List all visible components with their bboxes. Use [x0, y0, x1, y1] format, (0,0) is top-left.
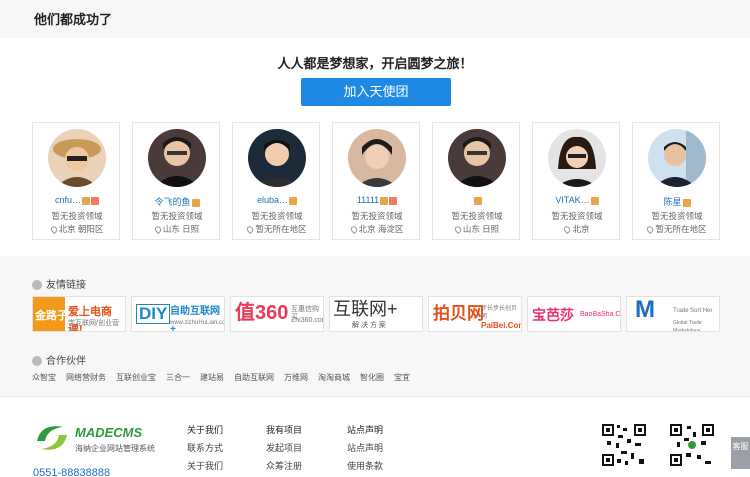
investment-field: 暂无投资领域: [51, 211, 103, 221]
location-pin-icon: [48, 225, 59, 235]
investment-field: 暂无投资领域: [551, 211, 603, 221]
investor-card[interactable]: 陈星 暂无投资领域 暂无所在地区: [632, 122, 720, 240]
location-pin-icon: [453, 225, 463, 235]
partner-icon: [32, 356, 42, 367]
partner-link[interactable]: 万维网: [284, 373, 308, 382]
footer-link[interactable]: 关于我们: [187, 457, 223, 475]
investment-field: 暂无投资领域: [151, 211, 203, 221]
investor-card[interactable]: 11111 暂无投资领域 北京 海淀区: [332, 122, 420, 240]
partner-link[interactable]: 淘淘商城: [318, 373, 350, 382]
verified-icon: [590, 196, 599, 205]
verified-icon: [682, 198, 691, 207]
investor-name[interactable]: 陈星: [663, 197, 681, 207]
links-section: 友情链接 金路子 爱上电商课! 学互联网/创业营选 DIY 自助互联网+ www…: [0, 256, 750, 396]
investor-location: 暂无所在地区: [255, 224, 307, 234]
investor-location: 北京 朝阳区: [58, 224, 104, 234]
avatar[interactable]: [48, 129, 106, 187]
investor-location: 山东 日照: [162, 224, 200, 234]
footer-column-statement: 站点声明 站点声明 使用条款: [347, 421, 383, 475]
partner-link[interactable]: 建站易: [200, 373, 224, 382]
footer-link[interactable]: 联系方式: [187, 439, 223, 457]
investor-icon: [389, 196, 398, 205]
investor-card[interactable]: 暂无投资领域 山东 日照: [432, 122, 520, 240]
footer-link[interactable]: 我有项目: [266, 421, 302, 439]
partner-link[interactable]: 众智宝: [32, 373, 56, 382]
customer-service-tab[interactable]: 客服: [731, 437, 750, 469]
verified-icon: [191, 198, 200, 207]
link-icon: [32, 280, 42, 291]
footer-link[interactable]: 站点声明: [347, 421, 383, 439]
investor-card[interactable]: 令飞的鱼 暂无投资领域 山东 日照: [132, 122, 220, 240]
friend-link-logo[interactable]: 值360 互惠信购买 Zhi360.com: [230, 296, 324, 332]
investor-name[interactable]: 11111: [357, 195, 379, 205]
location-pin-icon: [645, 225, 656, 235]
friend-link-logo[interactable]: M Trade Sort Her Global Trade Marketplac…: [626, 296, 720, 332]
qr-code-icon: [669, 423, 715, 467]
investor-name[interactable]: eluba…: [257, 195, 288, 205]
top-bar: 他们都成功了: [0, 0, 750, 38]
investor-icon: [91, 196, 99, 205]
investor-location: 北京: [572, 224, 590, 234]
location-pin-icon: [245, 225, 256, 235]
partners-heading: 合作伙伴: [32, 352, 86, 367]
qr-code-icon: [601, 423, 647, 467]
investor-card[interactable]: VITAK… 暂无投资领域 北京: [532, 122, 620, 240]
avatar[interactable]: [148, 129, 206, 187]
investor-card[interactable]: cnfu… 暂无投资领域 北京 朝阳区: [32, 122, 120, 240]
footer-link[interactable]: 发起项目: [266, 439, 302, 457]
footer-column-about: 关于我们 联系方式 关于我们: [187, 421, 223, 475]
avatar[interactable]: [248, 129, 306, 187]
section-title: 他们都成功了: [34, 12, 113, 27]
friend-link-logo[interactable]: 金路子 爱上电商课! 学互联网/创业营选: [32, 296, 126, 332]
footer-link[interactable]: 众筹注册: [266, 457, 302, 475]
partner-link[interactable]: 互联创业宝: [116, 373, 156, 382]
investment-field: 暂无投资领域: [251, 211, 303, 221]
location-pin-icon: [348, 225, 359, 235]
hero-slogan: 人人都是梦想家，开启圆梦之旅！: [277, 56, 473, 71]
investor-location: 暂无所在地区: [655, 224, 707, 234]
friend-link-logo[interactable]: DIY 自助互联网+ www.zizhuHuLian.com: [131, 296, 225, 332]
verified-icon: [380, 196, 389, 205]
friend-links-heading: 友情链接: [32, 276, 86, 291]
partner-link[interactable]: 网络营财务: [66, 373, 106, 382]
friend-link-logo[interactable]: 宝芭莎 BaoBaSha.Com: [527, 296, 621, 332]
investor-name[interactable]: 令飞的鱼: [154, 197, 190, 207]
footer-link[interactable]: 使用条款: [347, 457, 383, 475]
verified-icon: [289, 196, 298, 205]
partner-link[interactable]: 智化圈: [360, 373, 384, 382]
avatar[interactable]: [448, 129, 506, 187]
avatar[interactable]: [648, 129, 706, 187]
location-pin-icon: [562, 225, 573, 235]
friend-link-logo[interactable]: 拍贝网 步长步长创贝明 PaiBei.Com: [428, 296, 522, 332]
verified-icon: [82, 196, 90, 205]
partner-link[interactable]: 三合一: [166, 373, 190, 382]
location-pin-icon: [153, 225, 163, 235]
friend-links-logos: 金路子 爱上电商课! 学互联网/创业营选 DIY 自助互联网+ www.zizh…: [32, 296, 722, 332]
investor-name[interactable]: cnfu…: [55, 195, 81, 205]
investment-field: 暂无投资领域: [451, 211, 503, 221]
join-angel-button[interactable]: 加入天使团: [301, 78, 451, 106]
footer: MADECMS 海纳企业网站管理系统 0551-88838888 关于我们 联系…: [0, 396, 750, 477]
investor-cards: cnfu… 暂无投资领域 北京 朝阳区 令飞的鱼 暂无投资领域 山东 日照 el…: [32, 122, 722, 240]
investor-name[interactable]: VITAK…: [555, 195, 589, 205]
avatar[interactable]: [548, 129, 606, 187]
investor-card[interactable]: eluba… 暂无投资领域 暂无所在地区: [232, 122, 320, 240]
brand-logo[interactable]: MADECMS 海纳企业网站管理系统: [33, 419, 173, 459]
friend-link-logo[interactable]: 互联网+ 解 决 方 案: [329, 296, 423, 332]
footer-link[interactable]: 站点声明: [347, 439, 383, 457]
investment-field: 暂无投资领域: [351, 211, 403, 221]
verified-icon: [473, 196, 482, 205]
partner-list: 众智宝 网络营财务 互联创业宝 三合一 建站易 自助互联网 万维网 淘淘商城 智化圈 宝宜: [32, 372, 420, 383]
investment-field: 暂无投资领域: [651, 211, 703, 221]
footer-column-projects: 我有项目 发起项目 众筹注册: [266, 421, 302, 475]
footer-link[interactable]: 关于我们: [187, 421, 223, 439]
avatar[interactable]: [348, 129, 406, 187]
hero-section: 人人都是梦想家，开启圆梦之旅！ 加入天使团 cnfu… 暂无投资领域 北京 朝阳…: [0, 38, 750, 256]
partner-link[interactable]: 自助互联网: [234, 373, 274, 382]
brand-swirl-icon: [37, 426, 67, 450]
contact-phone: 0551-88838888: [33, 467, 111, 477]
partner-link[interactable]: 宝宜: [394, 373, 410, 382]
investor-location: 北京 海淀区: [358, 224, 404, 234]
investor-location: 山东 日照: [462, 224, 500, 234]
